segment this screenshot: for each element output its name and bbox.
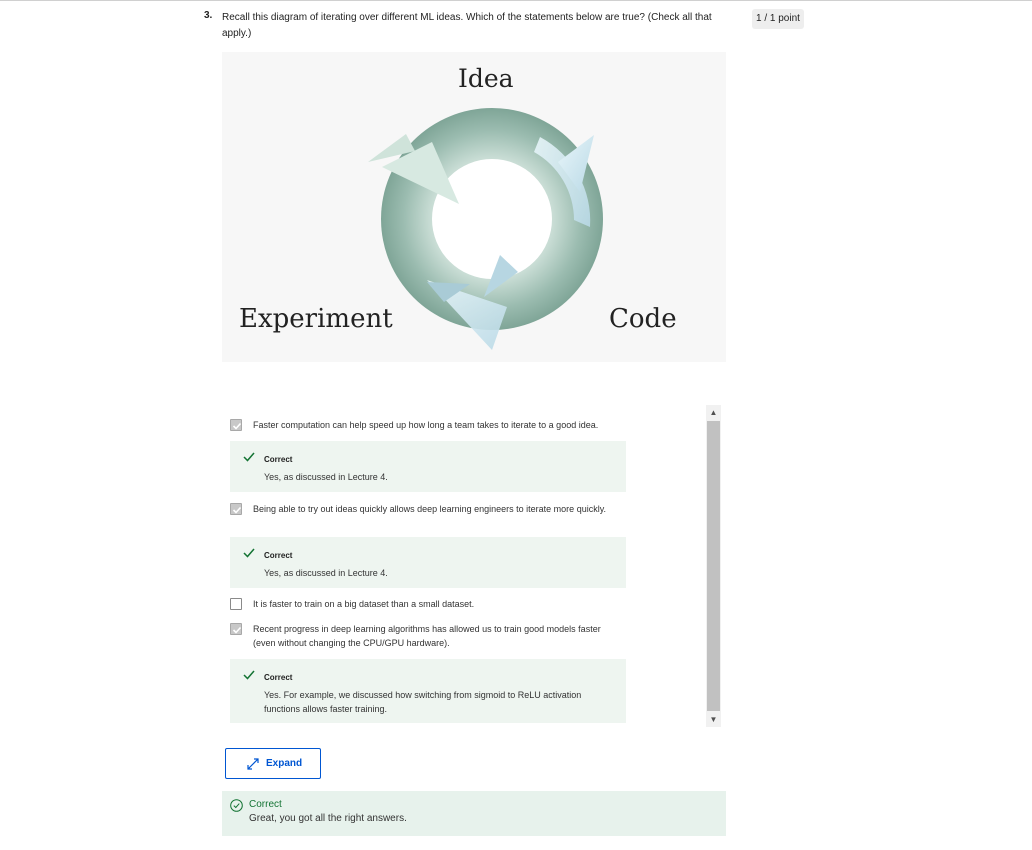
iteration-cycle-diagram: Idea Experiment Code (222, 52, 726, 362)
option-label: Faster computation can help speed up how… (253, 420, 599, 430)
result-banner: Correct Great, you got all the right ans… (222, 791, 726, 836)
expand-button-label: Expand (266, 758, 303, 769)
result-text: Great, you got all the right answers. (249, 813, 407, 824)
feedback-text: Yes. For example, we discussed how switc… (264, 690, 582, 714)
feedback-panel: Correct Yes, as discussed in Lecture 4. (230, 537, 626, 588)
result-title: Correct (249, 799, 282, 810)
points-badge: 1 / 1 point (752, 9, 804, 29)
options-scrollbar[interactable]: ▲ ▼ (706, 405, 721, 727)
option-checkbox[interactable] (230, 419, 242, 431)
feedback-panel: Correct Yes, as discussed in Lecture 4. (230, 441, 626, 492)
option-checkbox[interactable] (230, 623, 242, 635)
question-number: 3. (204, 10, 213, 21)
check-circle-icon (230, 799, 243, 812)
answer-options-scroll-area[interactable]: Faster computation can help speed up how… (222, 405, 722, 727)
feedback-title: Correct (264, 551, 293, 560)
option-label: Being able to try out ideas quickly allo… (253, 504, 607, 514)
feedback-panel: Correct Yes. For example, we discussed h… (230, 659, 626, 723)
diagram-label-idea: Idea (458, 64, 514, 93)
feedback-title: Correct (264, 455, 293, 464)
question-text: Recall this diagram of iterating over di… (222, 12, 712, 39)
feedback-title: Correct (264, 673, 293, 682)
option-checkbox[interactable] (230, 503, 242, 515)
feedback-text: Yes, as discussed in Lecture 4. (264, 568, 388, 578)
check-icon (243, 548, 255, 558)
check-icon (243, 670, 255, 680)
option-label: It is faster to train on a big dataset t… (253, 599, 475, 609)
feedback-text: Yes, as discussed in Lecture 4. (264, 472, 388, 482)
scroll-up-arrow-icon[interactable]: ▲ (706, 405, 721, 420)
diagram-label-experiment: Experiment (239, 304, 393, 334)
expand-button[interactable]: Expand (225, 748, 321, 779)
scrollbar-thumb[interactable] (707, 421, 720, 711)
option-checkbox[interactable] (230, 598, 242, 610)
diagram-label-code: Code (609, 304, 677, 334)
scroll-down-arrow-icon[interactable]: ▼ (706, 712, 721, 727)
expand-arrows-icon (247, 758, 259, 770)
option-label: Recent progress in deep learning algorit… (253, 624, 601, 648)
top-divider (0, 0, 1032, 1)
check-icon (243, 452, 255, 462)
